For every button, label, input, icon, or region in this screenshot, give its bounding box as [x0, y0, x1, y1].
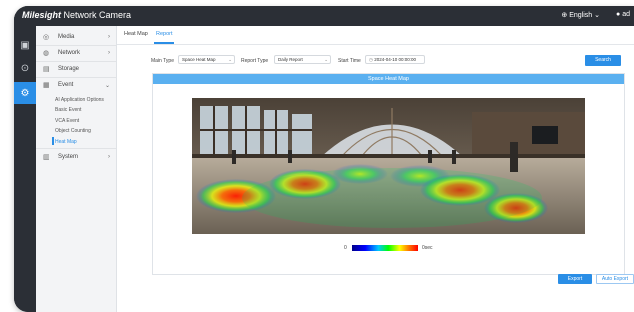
submenu-vca-event[interactable]: VCA Event [55, 118, 79, 124]
panel-title: Space Heat Map [153, 74, 624, 84]
heat-map-image [192, 98, 585, 234]
export-button[interactable]: Export [558, 274, 592, 284]
menu-item-event[interactable]: ▦ Event ⌄ [36, 77, 116, 93]
tab-bar: Heat Map Report [117, 26, 634, 45]
menu-item-system[interactable]: ▥ System › [36, 148, 116, 165]
legend-color-bar [352, 245, 418, 251]
playback-icon[interactable]: ⊙ [14, 57, 36, 79]
chevron-down-icon: ⌄ [228, 57, 232, 62]
submenu-object-counting[interactable]: Object Counting [55, 128, 91, 134]
tab-report[interactable]: Report [156, 31, 173, 37]
report-type-label: Report Type [241, 58, 269, 64]
tab-active-underline [154, 42, 174, 44]
user-icon: ● [616, 11, 621, 18]
clock-icon: ◷ [369, 57, 373, 62]
app-logo: Milesight Network Camera [22, 10, 132, 20]
report-type-select[interactable]: Daily Report ⌄ [274, 55, 331, 64]
heat-legend: 0 0sec [344, 243, 464, 253]
network-icon: ◍ [43, 50, 50, 57]
chevron-right-icon: › [108, 34, 110, 40]
start-time-label: Start Time [338, 58, 361, 64]
top-bar: Milesight Network Camera ⊕ English ⌄ ● a… [14, 6, 634, 26]
main-type-label: Main Type [151, 58, 174, 64]
chevron-down-icon: ⌄ [594, 12, 600, 19]
menu-item-network[interactable]: ◍ Network › [36, 45, 116, 62]
settings-icon[interactable]: ⚙ [14, 82, 36, 104]
tab-heat-map[interactable]: Heat Map [124, 31, 148, 37]
app-window: Milesight Network Camera ⊕ English ⌄ ● a… [14, 6, 634, 312]
language-selector[interactable]: ⊕ English ⌄ [561, 11, 600, 19]
menu-item-storage[interactable]: ▤ Storage [36, 61, 116, 78]
heat-map-scene [192, 98, 585, 234]
heat-map-panel: Space Heat Map 0 0sec [152, 73, 625, 275]
chevron-right-icon: › [108, 154, 110, 160]
icon-rail: ▣ ⊙ ⚙ [14, 26, 36, 312]
submenu-basic-event[interactable]: Basic Event [55, 107, 81, 113]
legend-min: 0 [344, 245, 347, 251]
submenu-heat-map[interactable]: Heat Map [55, 139, 77, 145]
main-content: Heat Map Report Main Type Space Heat Map… [117, 26, 634, 312]
menu-item-media[interactable]: ◎ Media › [36, 29, 116, 46]
search-button[interactable]: Search [585, 55, 621, 66]
user-menu[interactable]: ● ad [616, 11, 630, 18]
auto-export-button[interactable]: Auto Export [596, 274, 634, 284]
media-icon: ◎ [43, 34, 50, 41]
chevron-down-icon: ⌄ [104, 82, 110, 89]
globe-icon: ⊕ [561, 12, 568, 19]
event-icon: ▦ [43, 82, 50, 89]
submenu-ai-application-options[interactable]: AI Application Options [55, 97, 104, 103]
start-time-input[interactable]: ◷ 2024-04-10 00:00:00 [365, 55, 425, 64]
storage-icon: ▤ [43, 66, 50, 73]
chevron-right-icon: › [108, 50, 110, 56]
main-type-select[interactable]: Space Heat Map ⌄ [178, 55, 235, 64]
monitor-icon[interactable]: ▣ [14, 34, 36, 56]
active-indicator [52, 137, 54, 145]
settings-menu: ◎ Media › ◍ Network › ▤ Storage ▦ Event ⌄ AI Ap… [36, 26, 117, 312]
legend-max: 0sec [422, 245, 433, 251]
system-icon: ▥ [43, 154, 50, 161]
chevron-down-icon: ⌄ [324, 57, 328, 62]
